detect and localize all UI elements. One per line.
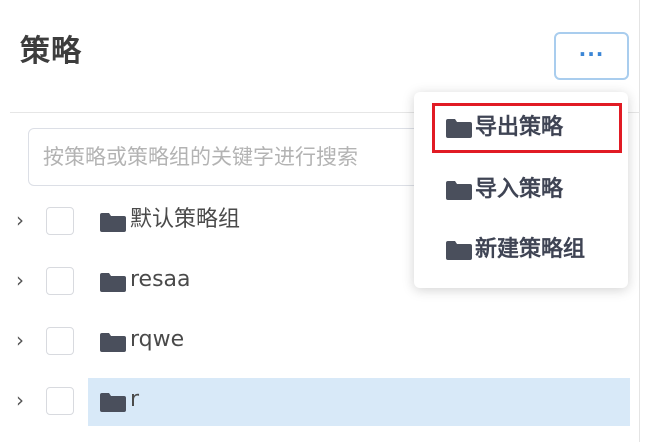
folder-icon xyxy=(100,273,126,292)
folder-icon xyxy=(446,241,472,260)
tree-item-label: r xyxy=(130,387,140,412)
menu-item-export-policy[interactable]: 导出策略 xyxy=(432,103,622,153)
more-actions-button[interactable]: ··· xyxy=(554,32,629,80)
menu-item-import-policy[interactable]: 导入策略 xyxy=(432,165,622,215)
folder-icon xyxy=(100,213,126,232)
folder-icon xyxy=(446,181,472,200)
row-checkbox[interactable] xyxy=(46,387,74,415)
page-title: 策略 xyxy=(20,34,82,69)
menu-item-new-policy-group[interactable]: 新建策略组 xyxy=(432,225,622,275)
menu-item-label: 新建策略组 xyxy=(475,237,586,262)
chevron-right-icon[interactable]: › xyxy=(16,198,36,246)
row-checkbox[interactable] xyxy=(46,207,74,235)
menu-item-label: 导入策略 xyxy=(475,177,564,202)
tree-item-label: rqwe xyxy=(130,327,185,352)
chevron-right-icon[interactable]: › xyxy=(16,258,36,306)
menu-item-label: 导出策略 xyxy=(475,115,564,140)
selected-row-highlight xyxy=(88,378,630,426)
chevron-right-icon[interactable]: › xyxy=(16,318,36,366)
more-actions-dropdown: 导出策略 导入策略 新建策略组 xyxy=(414,92,628,288)
folder-icon xyxy=(100,393,126,412)
tree-item-label: resaa xyxy=(130,267,191,292)
tree-item-label: 默认策略组 xyxy=(130,207,241,232)
folder-icon xyxy=(100,333,126,352)
tree-row[interactable]: › rqwe xyxy=(10,318,630,366)
row-checkbox[interactable] xyxy=(46,267,74,295)
chevron-right-icon[interactable]: › xyxy=(16,378,36,426)
folder-icon xyxy=(446,119,472,138)
row-checkbox[interactable] xyxy=(46,327,74,355)
tree-row-selected[interactable]: › r xyxy=(10,378,630,426)
